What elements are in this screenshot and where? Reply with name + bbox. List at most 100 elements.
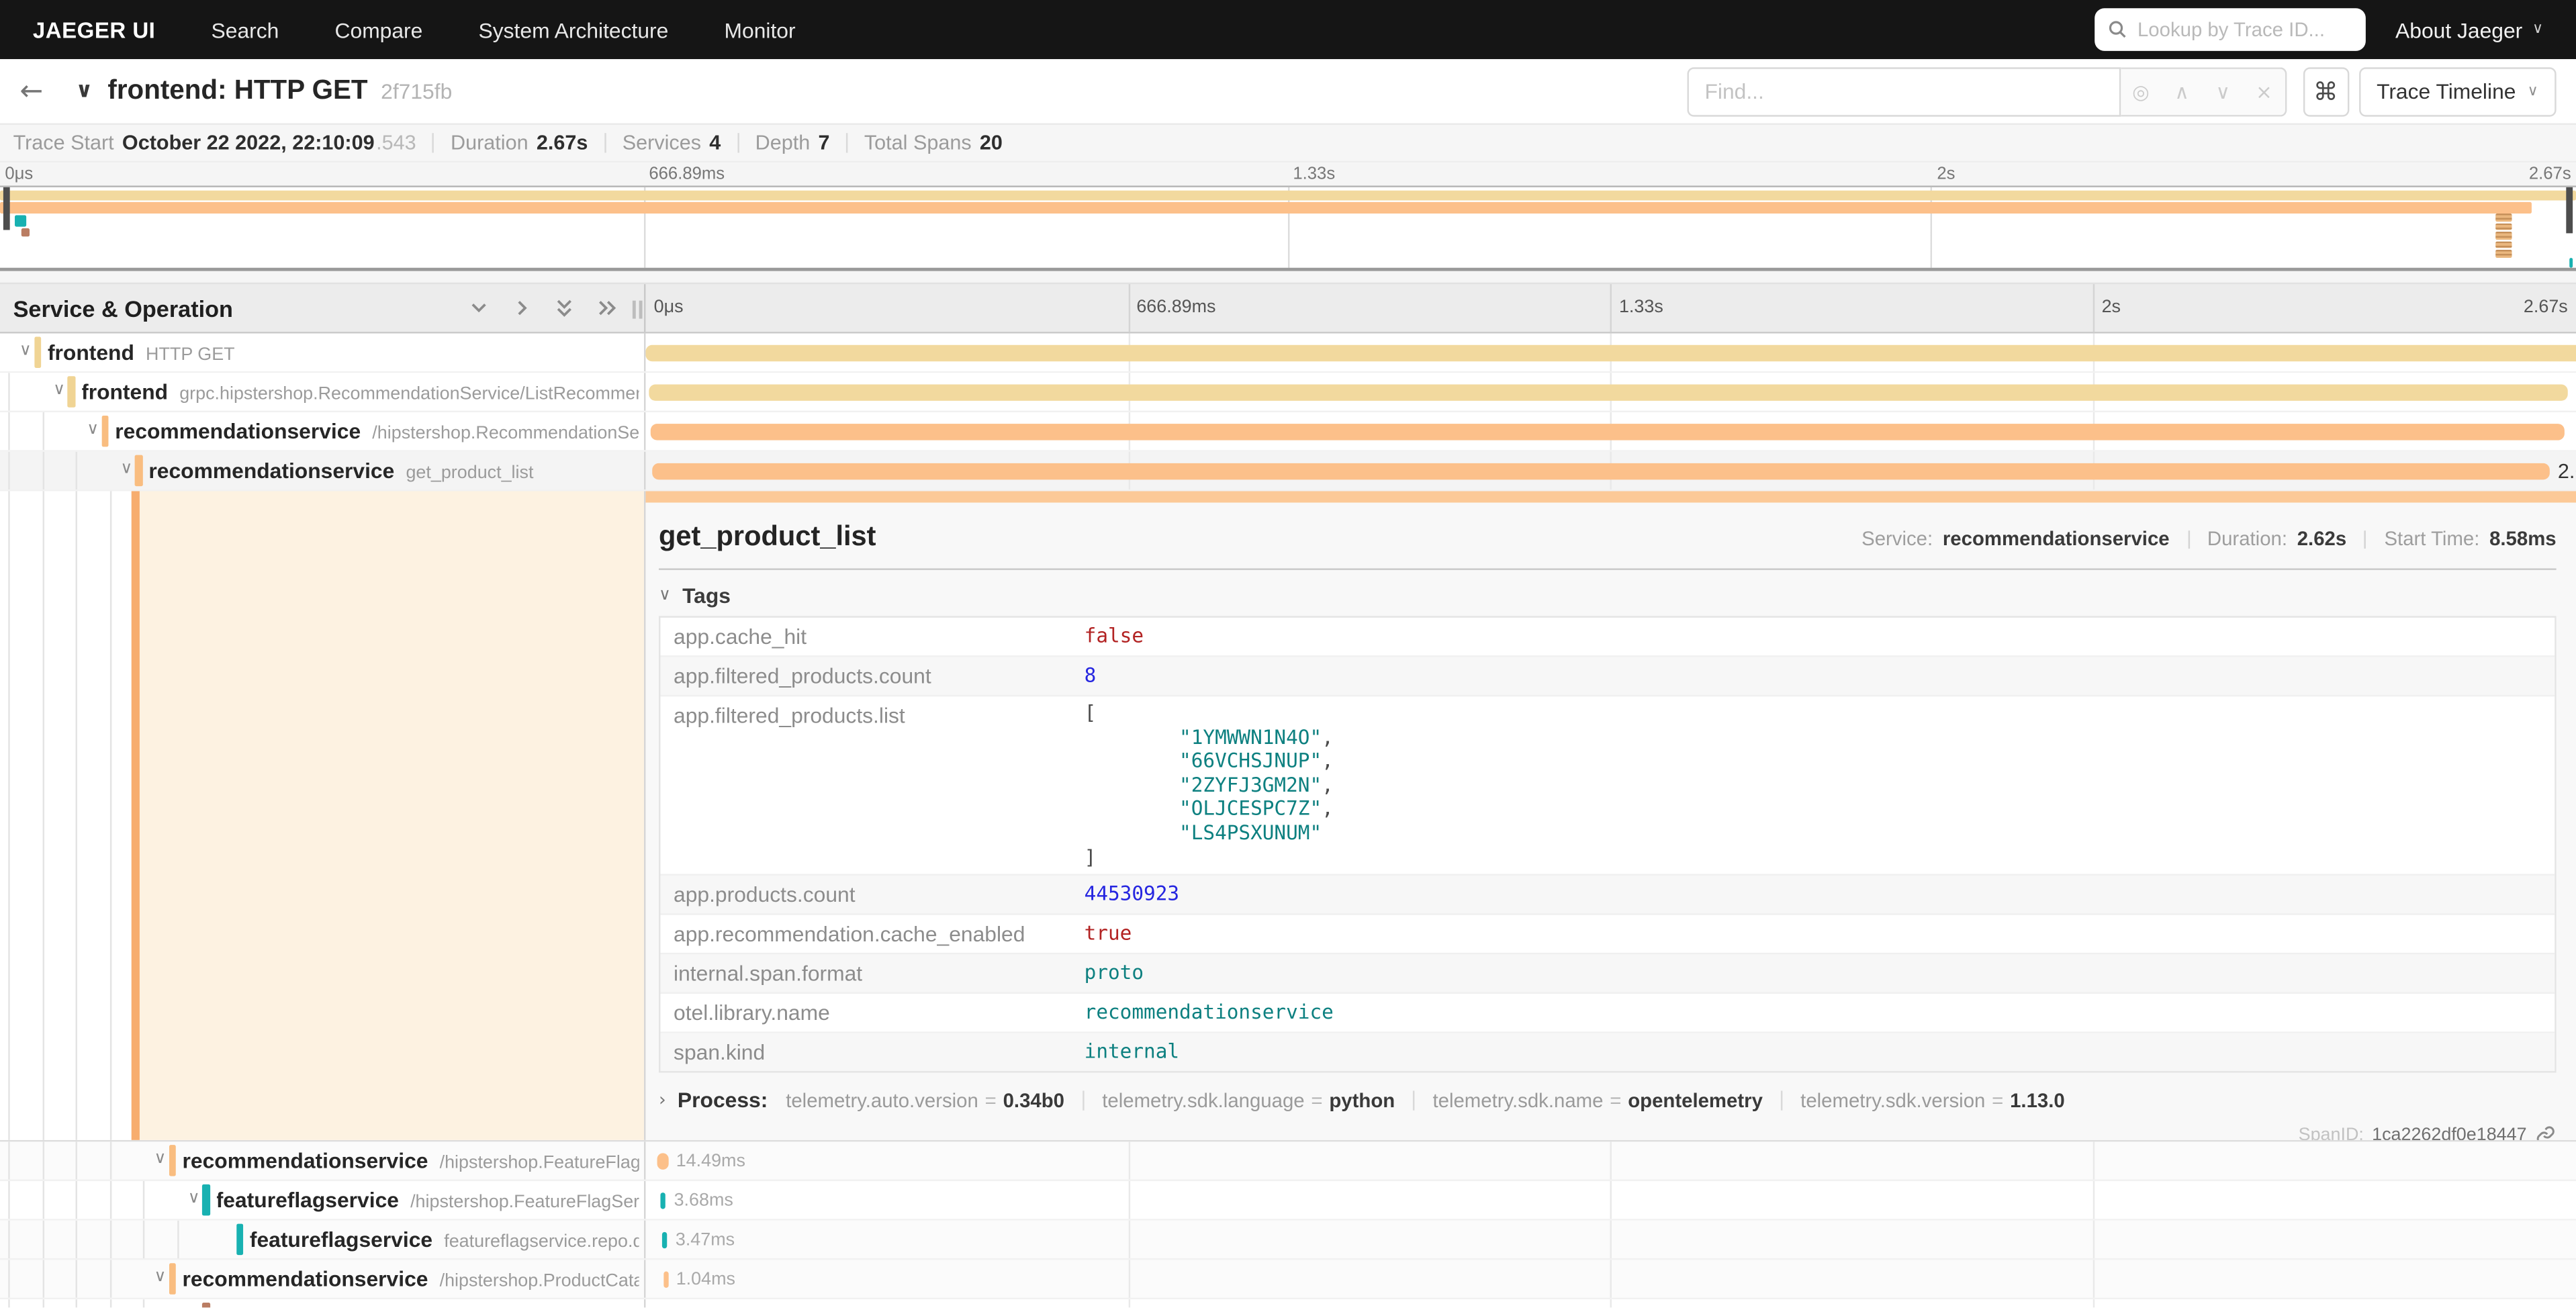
span-row[interactable]: ∨recommendationservice/hipstershop.Produ… <box>0 1260 2576 1299</box>
span-bar[interactable] <box>664 1272 668 1287</box>
span-row[interactable]: ∨ featureflagservice/hipstershop.FeatureF… <box>0 1181 2576 1221</box>
span-row[interactable]: ∨ recommendationservice/hipstershop.Featu… <box>0 1141 2576 1181</box>
tag-row: app.recommendation.cache_enabledtrue <box>660 915 2555 955</box>
span-color-accent <box>236 1224 243 1255</box>
span-timeline-cell[interactable] <box>645 334 2576 371</box>
minimap-canvas[interactable] <box>0 185 2576 271</box>
collapse-one-icon[interactable] <box>468 297 490 319</box>
span-names: recommendationservice/hipstershop.Featur… <box>183 1141 639 1179</box>
operation-name: featureflagservice.repo.query:fe... <box>444 1232 639 1252</box>
operation-name: /hipstershop.FeatureFlagService/Ge... <box>410 1193 639 1212</box>
span-row[interactable] <box>0 1299 2576 1307</box>
span-name-cell[interactable]: ∨frontendHTTP GET <box>0 334 645 371</box>
span-timeline-cell[interactable] <box>645 373 2576 410</box>
trace-collapse-icon[interactable]: ∨ <box>76 79 93 103</box>
nav-item-system-architecture[interactable]: System Architecture <box>451 17 696 42</box>
minimap-right-scrubber[interactable] <box>2566 187 2573 234</box>
row-expander-icon[interactable]: ∨ <box>48 380 70 398</box>
span-id-label: SpanID: <box>2299 1125 2364 1140</box>
span-bar[interactable] <box>651 424 2564 439</box>
span-color-accent <box>135 455 142 486</box>
back-arrow-button[interactable]: ← <box>19 75 62 107</box>
span-operation-title: get_product_list <box>659 521 876 554</box>
trace-lookup-input[interactable] <box>2137 18 2352 41</box>
row-expander-icon[interactable]: ∨ <box>150 1149 171 1167</box>
span-name-cell[interactable]: ∨ recommendationservice/hipstershop.Featu… <box>0 1141 645 1179</box>
row-expander-icon[interactable]: ∨ <box>150 1267 171 1285</box>
minimap-gap <box>0 271 2576 283</box>
tag-key: app.cache_hit <box>660 618 1071 655</box>
expand-one-icon[interactable] <box>511 297 533 319</box>
column-resize-handle[interactable] <box>633 301 643 319</box>
process-entries: telemetry.auto.version=0.34b0telemetry.s… <box>786 1088 2065 1111</box>
span-name-cell[interactable]: ∨recommendationserviceget_product_list <box>0 452 645 489</box>
trace-total-spans: Total Spans 20 <box>864 132 1003 154</box>
span-names: featureflagservice/hipstershop.FeatureFl… <box>216 1181 639 1219</box>
span-names: recommendationservice/hipstershop.Recomm… <box>115 412 639 450</box>
span-bar[interactable] <box>652 463 2550 479</box>
tag-key: internal.span.format <box>660 955 1071 992</box>
focus-match-icon[interactable]: ◎ <box>2120 68 2161 115</box>
brand-logo[interactable]: JAEGER UI <box>0 17 183 42</box>
span-names <box>216 1299 639 1307</box>
process-section-toggle[interactable]: › Process: telemetry.auto.version=0.34b0… <box>659 1088 2557 1113</box>
span-timeline-cell[interactable]: 2.62s <box>645 452 2576 489</box>
span-timeline-cell[interactable]: 1.04ms <box>645 1260 2576 1297</box>
collapse-all-icon[interactable] <box>553 297 575 319</box>
tag-value: proto <box>1071 955 2555 992</box>
span-name-cell[interactable] <box>0 1299 645 1307</box>
span-timeline-cell[interactable]: 14.49ms <box>645 1141 2576 1179</box>
span-bar[interactable] <box>657 1153 668 1168</box>
span-row[interactable]: ∨ recommendationservice/hipstershop.Recom… <box>0 412 2576 452</box>
span-bar[interactable] <box>662 1232 668 1248</box>
trace-view-selector[interactable]: Trace Timeline ∨ <box>2358 66 2556 115</box>
minimap-left-scrubber[interactable] <box>3 187 10 230</box>
tags-section-toggle[interactable]: ∨ Tags <box>659 583 2557 608</box>
span-bar[interactable] <box>661 1193 666 1208</box>
span-duration-label: 3.68ms <box>674 1181 733 1219</box>
tag-key: app.filtered_products.list <box>660 696 1071 874</box>
span-timeline-cell[interactable]: 3.68ms <box>645 1181 2576 1219</box>
span-row[interactable]: ∨recommendationserviceget_product_list2.… <box>0 452 2576 492</box>
nav-item-compare[interactable]: Compare <box>307 17 451 42</box>
process-tag: telemetry.sdk.version=1.13.0 <box>1800 1088 2065 1111</box>
expand-all-icon[interactable] <box>596 297 618 319</box>
about-jaeger-menu[interactable]: About Jaeger ∨ <box>2395 17 2543 42</box>
span-bar[interactable] <box>645 345 2576 361</box>
span-id-row: SpanID: 1ca2262df0e18447 <box>659 1113 2557 1140</box>
prev-match-icon[interactable]: ∧ <box>2162 68 2203 115</box>
span-name-cell[interactable]: ∨ recommendationservice/hipstershop.Recom… <box>0 412 645 450</box>
span-row[interactable]: featureflagservicefeatureflagservice.rep… <box>0 1221 2576 1260</box>
span-name-cell[interactable]: ∨recommendationservice/hipstershop.Produ… <box>0 1260 645 1297</box>
span-bar[interactable] <box>649 384 2569 400</box>
next-match-icon[interactable]: ∨ <box>2203 68 2244 115</box>
keyboard-shortcuts-button[interactable]: ⌘ <box>2303 66 2349 115</box>
span-duration-label: 1.04ms <box>676 1260 735 1297</box>
trace-summary-bar: Trace Start October 22 2022, 22:10:09 .5… <box>0 125 2576 162</box>
tree-controls <box>468 297 644 319</box>
span-name-cell[interactable]: ∨ frontendgrpc.hipstershop.Recommendation… <box>0 373 645 410</box>
trace-duration: Duration 2.67s <box>451 132 588 154</box>
tag-key: otel.library.name <box>660 994 1071 1031</box>
span-rows-bottom: ∨ recommendationservice/hipstershop.Featu… <box>0 1141 2576 1307</box>
nav-item-monitor[interactable]: Monitor <box>696 17 823 42</box>
clear-find-icon[interactable]: × <box>2244 68 2285 115</box>
nav-item-search[interactable]: Search <box>183 17 307 42</box>
span-timeline-cell[interactable] <box>645 1299 2576 1307</box>
find-input[interactable] <box>1687 66 2121 115</box>
span-row[interactable]: ∨ frontendgrpc.hipstershop.Recommendation… <box>0 373 2576 412</box>
span-timeline-cell[interactable] <box>645 412 2576 450</box>
span-names: frontendgrpc.hipstershop.RecommendationS… <box>81 373 639 410</box>
span-name-cell[interactable]: ∨ featureflagservice/hipstershop.FeatureF… <box>0 1181 645 1219</box>
span-timeline-cell[interactable]: 3.47ms <box>645 1221 2576 1258</box>
row-expander-icon[interactable]: ∨ <box>82 420 103 438</box>
row-expander-icon[interactable]: ∨ <box>15 341 36 359</box>
span-color-accent <box>202 1303 210 1307</box>
tag-row: app.products.count44530923 <box>660 876 2555 915</box>
link-icon[interactable] <box>2535 1125 2557 1140</box>
row-expander-icon[interactable]: ∨ <box>116 459 137 477</box>
operation-name: get_product_list <box>406 463 533 483</box>
row-expander-icon[interactable]: ∨ <box>183 1188 205 1207</box>
span-row[interactable]: ∨frontendHTTP GET <box>0 334 2576 373</box>
span-name-cell[interactable]: featureflagservicefeatureflagservice.rep… <box>0 1221 645 1258</box>
